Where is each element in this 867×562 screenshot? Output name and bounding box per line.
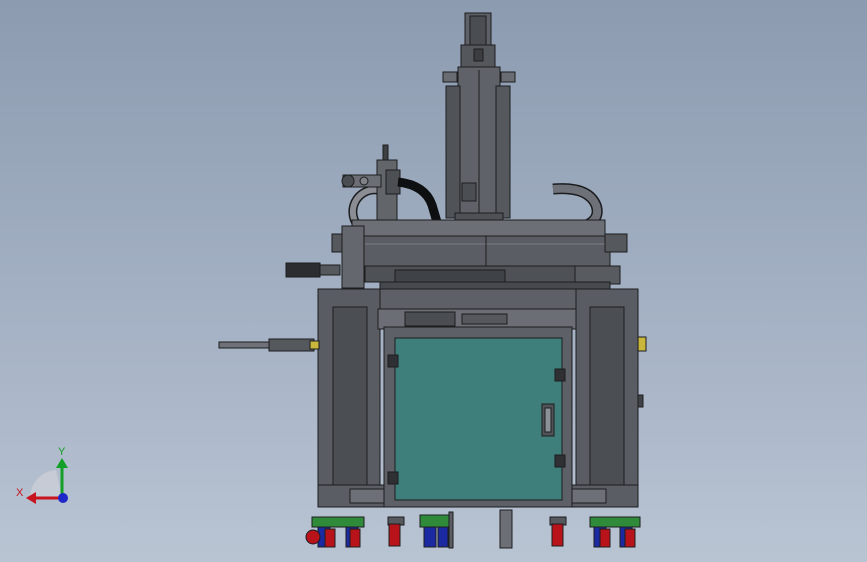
machine-front-view: Y X — [16, 12, 647, 549]
casters — [305, 509, 641, 549]
y-axis-arrow — [56, 458, 68, 468]
spindle-assembly — [341, 144, 442, 232]
x-axis-gantry — [285, 219, 628, 291]
z-axis-column — [442, 12, 516, 226]
electrical-cabinet — [383, 326, 573, 508]
x-axis-label: X — [16, 487, 24, 499]
cad-viewport[interactable]: Y X — [0, 0, 867, 562]
y-axis-label: Y — [58, 446, 66, 458]
side-probe-arm — [218, 338, 320, 352]
orientation-triad[interactable]: Y X — [16, 446, 68, 504]
z-axis-dot — [58, 493, 68, 503]
